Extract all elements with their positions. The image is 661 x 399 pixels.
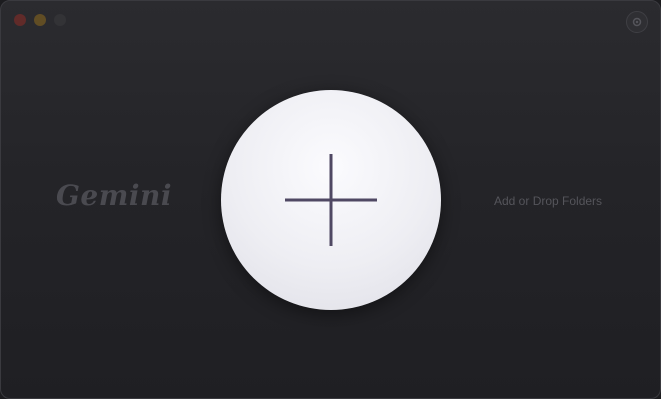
gear-icon xyxy=(632,17,642,27)
settings-button[interactable] xyxy=(626,11,648,33)
drop-hint-label: Add or Drop Folders xyxy=(494,194,603,208)
app-window: Gemini Add or Drop Folders xyxy=(0,0,661,399)
plus-icon xyxy=(285,154,377,246)
window-controls xyxy=(14,14,66,26)
close-button[interactable] xyxy=(14,14,26,26)
zoom-button[interactable] xyxy=(54,14,66,26)
minimize-button[interactable] xyxy=(34,14,46,26)
add-folder-button[interactable] xyxy=(221,90,441,310)
gemini-logo: Gemini xyxy=(56,179,172,212)
